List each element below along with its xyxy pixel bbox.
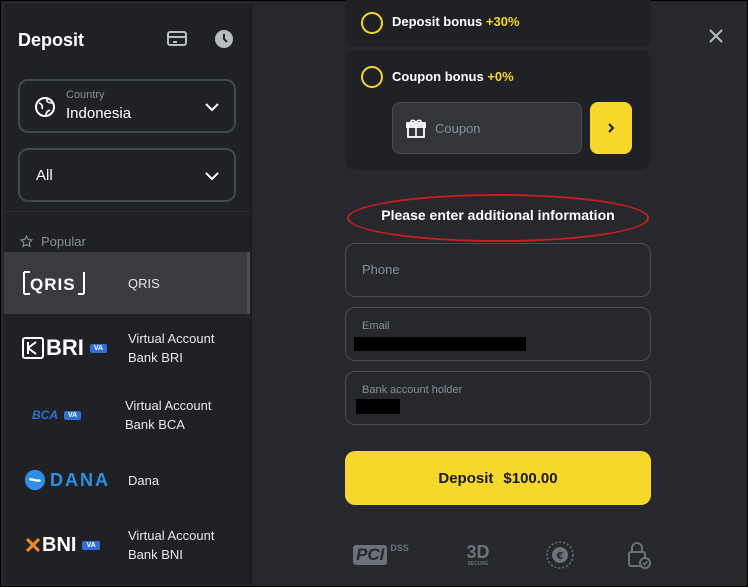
globe-icon bbox=[34, 96, 56, 118]
email-label: Email bbox=[362, 320, 390, 332]
redacted-email bbox=[354, 337, 526, 351]
phone-placeholder: Phone bbox=[362, 262, 400, 277]
country-value: Indonesia bbox=[66, 105, 132, 122]
email-field[interactable]: Email bbox=[345, 307, 651, 361]
payment-method-sidebar: Deposit Country Indonesia All Popular QR… bbox=[4, 4, 252, 585]
method-label: Dana bbox=[128, 473, 160, 488]
deposit-button[interactable]: Deposit $100.00 bbox=[345, 451, 651, 505]
bri-logo: BRI VA bbox=[22, 331, 108, 365]
method-label-line1: Virtual Account bbox=[128, 331, 215, 346]
chevron-down-icon bbox=[204, 99, 220, 115]
bni-logo: BNI VA bbox=[26, 528, 100, 562]
deposit-button-label: Deposit bbox=[438, 469, 494, 487]
redacted-holder bbox=[356, 399, 400, 414]
va-badge: VA bbox=[82, 540, 100, 550]
dss-text: DSS bbox=[390, 543, 409, 553]
deposit-bonus-text: Deposit bonus bbox=[392, 14, 483, 29]
coupon-bonus-radio[interactable] bbox=[361, 66, 383, 88]
va-badge: VA bbox=[89, 343, 108, 353]
chevron-right-icon bbox=[608, 123, 615, 133]
euro-security-icon: € bbox=[543, 539, 577, 571]
close-icon[interactable] bbox=[706, 26, 726, 46]
history-clock-icon[interactable] bbox=[213, 28, 235, 50]
dana-wordmark: DANA bbox=[50, 469, 110, 490]
method-label: Virtual Account Bank BCA bbox=[125, 396, 211, 434]
deposit-bonus-pct: +30% bbox=[485, 14, 520, 29]
coupon-input[interactable] bbox=[435, 117, 575, 139]
category-filter-select[interactable]: All bbox=[18, 148, 236, 202]
popular-section-header: Popular bbox=[20, 234, 86, 249]
payment-card-icon[interactable] bbox=[166, 28, 188, 50]
deposit-amount: $100.00 bbox=[503, 469, 558, 487]
method-bni[interactable]: BNI VA Virtual Account Bank BNI bbox=[4, 514, 250, 576]
country-select[interactable]: Country Indonesia bbox=[18, 79, 236, 133]
sidebar-title: Deposit bbox=[18, 30, 85, 50]
svg-text:QRIS: QRIS bbox=[30, 275, 76, 294]
coupon-bonus-card: Coupon bonus +0% bbox=[345, 50, 651, 170]
method-bri[interactable]: BRI VA Virtual Account Bank BRI bbox=[4, 317, 250, 379]
svg-text:€: € bbox=[556, 551, 564, 562]
apply-coupon-button[interactable] bbox=[590, 102, 632, 154]
method-label-line2: Bank BRI bbox=[128, 350, 183, 365]
sidebar-divider bbox=[4, 211, 250, 212]
bca-wordmark: BCA bbox=[32, 408, 58, 422]
star-icon bbox=[20, 235, 33, 248]
method-qris[interactable]: QRIS QRIS bbox=[4, 252, 250, 314]
country-label: Country bbox=[66, 89, 105, 101]
method-label: QRIS bbox=[128, 276, 160, 291]
deposit-form: Deposit bonus +30% Coupon bonus +0% Plea… bbox=[252, 0, 746, 585]
3d-secure-badge: 3D SECURE bbox=[458, 539, 498, 571]
secure-lock-icon bbox=[624, 539, 654, 571]
gift-icon bbox=[405, 117, 427, 139]
3d-text: 3D bbox=[466, 542, 490, 562]
method-label-line1: Virtual Account bbox=[128, 528, 215, 543]
secure-text: SECURE bbox=[467, 561, 489, 567]
filter-value: All bbox=[36, 167, 53, 184]
deposit-bonus-radio[interactable] bbox=[361, 12, 383, 34]
bank-holder-field[interactable]: Bank account holder bbox=[345, 371, 651, 425]
coupon-bonus-pct: +0% bbox=[487, 69, 514, 84]
bri-wordmark: BRI bbox=[46, 335, 84, 360]
phone-field[interactable]: Phone bbox=[345, 243, 651, 297]
method-bca[interactable]: BCA VA Virtual Account Bank BCA bbox=[4, 384, 250, 446]
coupon-bonus-text: Coupon bonus bbox=[392, 69, 484, 84]
form-title: Please enter additional information bbox=[381, 207, 615, 223]
qris-logo: QRIS bbox=[22, 266, 86, 300]
holder-label: Bank account holder bbox=[362, 384, 463, 396]
bni-wordmark: BNI bbox=[42, 533, 77, 556]
deposit-modal: Deposit Country Indonesia All Popular QR… bbox=[0, 0, 748, 587]
method-dana[interactable]: DANA Dana bbox=[4, 449, 250, 511]
coupon-bonus-label: Coupon bonus +0% bbox=[392, 69, 514, 84]
deposit-bonus-label: Deposit bonus +30% bbox=[392, 14, 520, 29]
method-label-line2: Bank BNI bbox=[128, 547, 183, 562]
popular-label: Popular bbox=[41, 234, 86, 249]
method-label: Virtual Account Bank BRI bbox=[128, 329, 214, 367]
coupon-field[interactable] bbox=[392, 102, 582, 154]
method-label-line2: Bank BCA bbox=[125, 417, 185, 432]
chevron-down-icon bbox=[204, 168, 220, 184]
deposit-bonus-card[interactable]: Deposit bonus +30% bbox=[345, 0, 651, 47]
va-badge: VA bbox=[64, 410, 82, 420]
pci-dss-badge: PCI DSS bbox=[346, 539, 416, 571]
method-label-line1: Virtual Account bbox=[125, 398, 212, 413]
method-label: Virtual Account Bank BNI bbox=[128, 526, 214, 564]
bca-logo: BCA VA bbox=[32, 398, 82, 432]
pci-text: PCI bbox=[353, 545, 388, 565]
dana-logo: DANA bbox=[24, 463, 110, 497]
